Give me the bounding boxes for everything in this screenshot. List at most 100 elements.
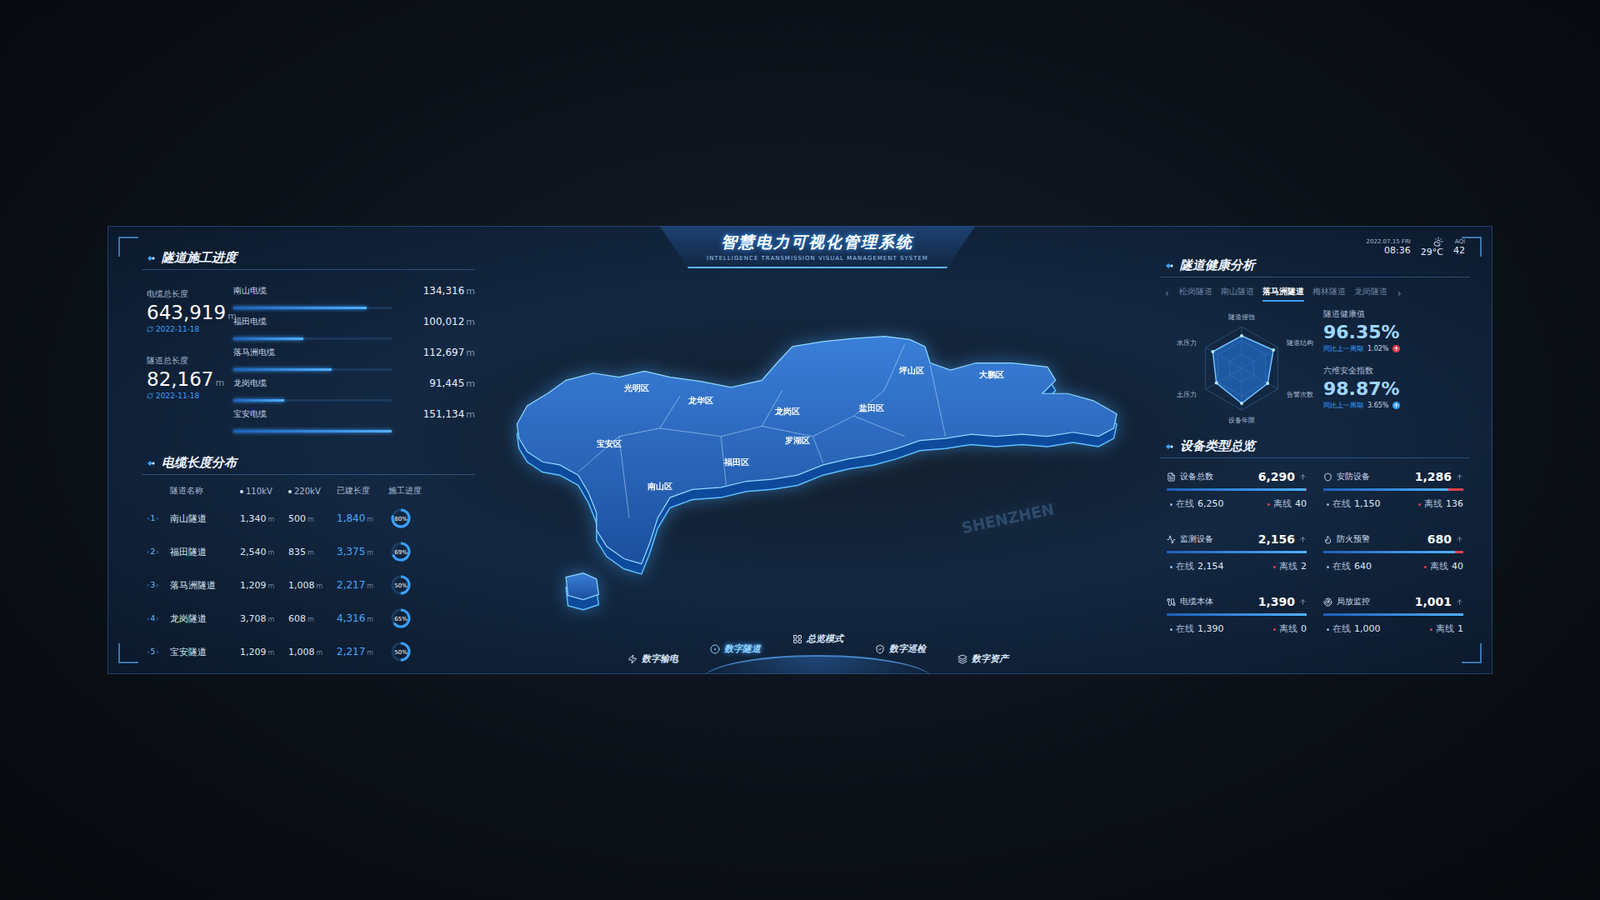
nav-icon xyxy=(627,654,638,665)
total-label: 电缆总长度 xyxy=(146,288,234,300)
tunnel-name: 龙岗隧道 xyxy=(170,612,240,625)
corner-decoration xyxy=(118,236,139,257)
offline-label: 离线 xyxy=(1430,560,1449,572)
nav-item[interactable]: 数字输电 xyxy=(624,650,682,667)
unit: m xyxy=(465,347,475,359)
up-icon xyxy=(1455,598,1464,606)
district-label[interactable]: 光明区 xyxy=(622,383,649,393)
cable-row: 落马洲电缆112,697m xyxy=(233,343,475,375)
cable-value: 134,316m xyxy=(423,285,475,297)
next-button[interactable]: › xyxy=(1395,287,1404,300)
column-header: 施工进度 xyxy=(388,485,429,497)
table-row: 4龙岗隧道3,708m608m4,316m65% xyxy=(141,601,475,635)
diamond-icon xyxy=(145,254,157,263)
offline-count: 离线0 xyxy=(1273,622,1307,635)
online-label: 在线 xyxy=(1175,560,1195,572)
tunnel-tab[interactable]: 南山隧道 xyxy=(1220,284,1255,302)
tunnel-tab[interactable]: 落马洲隧道 xyxy=(1262,284,1305,302)
equipment-card: 安防设备1,286在线1,150离线136 xyxy=(1323,468,1464,531)
stat-value: 98.87% xyxy=(1323,378,1470,400)
equipment-bar-fill xyxy=(1166,488,1306,491)
offline-label: 离线 xyxy=(1273,498,1292,510)
district-label[interactable]: 罗湖区 xyxy=(784,435,810,445)
equipment-foot: 在线1,390 离线0 xyxy=(1166,622,1307,635)
total-label: 隧道总长度 xyxy=(146,355,234,367)
refresh-icon xyxy=(146,392,154,400)
svg-text:65%: 65% xyxy=(394,615,408,623)
progress-ring: 50% xyxy=(388,572,414,598)
weather: 29°C xyxy=(1420,236,1444,258)
cable-name: 宝安电缆 xyxy=(233,408,424,420)
district-label[interactable]: 宝安区 xyxy=(595,439,621,449)
progress-ring: 65% xyxy=(388,605,414,631)
equipment-total: 6,290 xyxy=(1258,470,1295,484)
status-bar: 2022.07.15 FRI08:3629°CAQI42 xyxy=(1160,236,1470,258)
equipment-total: 2,156 xyxy=(1258,532,1295,546)
bottom-nav: 数字输电 数字隧道 总览模式数字巡检数字资产 xyxy=(475,620,1160,674)
corner-decoration xyxy=(1461,643,1482,664)
up-icon xyxy=(1299,535,1307,544)
equipment-foot: 在线1,150离线136 xyxy=(1323,497,1464,510)
total-date: 2022-11-18 xyxy=(146,391,234,400)
tunnel-tab[interactable]: 龙岗隧道 xyxy=(1354,284,1388,302)
district-label[interactable]: 大鹏区 xyxy=(977,370,1004,380)
cable-bar xyxy=(233,337,392,340)
equipment-card: 防火预警680在线640离线40 xyxy=(1323,530,1464,594)
equipment-bar-fill xyxy=(1323,488,1449,491)
offline-count: 离线40 xyxy=(1267,497,1307,510)
nav-item[interactable]: 数字资产 xyxy=(954,650,1012,667)
date: 2022.07.15 FRI xyxy=(1366,238,1411,245)
stat-compare: 同比上一周期3.65% xyxy=(1323,400,1470,410)
nav-item[interactable]: 数字隧道 xyxy=(706,640,765,657)
nav-item[interactable]: 数字巡检 xyxy=(871,640,930,657)
cable-value: 151,134m xyxy=(423,408,475,420)
total-value: 82,167m xyxy=(146,368,234,390)
cell-220kv: 608m xyxy=(288,613,337,625)
total-stat: 隧道总长度82,167m2022-11-18 xyxy=(146,355,234,400)
equipment-head: 防火预警680 xyxy=(1323,530,1464,548)
svg-text:80%: 80% xyxy=(394,515,408,523)
nav-icon xyxy=(710,644,720,655)
tunnel-name: 落马洲隧道 xyxy=(170,579,240,592)
district-label[interactable]: 南山区 xyxy=(645,481,672,491)
cable-bar-fill xyxy=(233,430,392,433)
offline-label: 离线 xyxy=(1435,623,1455,635)
equipment-head: 电缆本体1,390 xyxy=(1166,593,1307,610)
equipment-bar xyxy=(1166,550,1307,554)
equipment-grid: 设备总数6,290在线6,250离线40安防设备1,286在线1,150离线13… xyxy=(1160,458,1470,656)
refresh-icon xyxy=(146,325,154,333)
radar-axis-label: 告警次数 xyxy=(1286,390,1314,399)
progress-ring: 80% xyxy=(388,505,414,531)
table-row: 3落马洲隧道1,209m1,008m2,217m50% xyxy=(141,568,475,602)
table-row: 2福田隧道2,540m835m3,375m69% xyxy=(141,535,475,569)
district-label[interactable]: 龙华区 xyxy=(686,395,713,405)
cable-name: 龙岗电缆 xyxy=(233,377,430,390)
corner-decoration xyxy=(118,643,139,664)
map-island xyxy=(565,573,599,600)
equipment-icon xyxy=(1166,472,1176,482)
district-label[interactable]: 福田区 xyxy=(722,457,749,467)
app-title: 智慧电力可视化管理系统 xyxy=(720,231,914,254)
nav-item[interactable]: 总览模式 xyxy=(789,630,847,647)
svg-text:69%: 69% xyxy=(394,549,408,556)
equipment-bar xyxy=(1323,488,1464,491)
equipment-foot: 在线1,000离线1 xyxy=(1323,622,1464,635)
health-stats: 隧道健康值96.35%同比上一周期1.02%六维安全指数98.87%同比上一周期… xyxy=(1323,301,1470,410)
tunnel-tab[interactable]: 梅林隧道 xyxy=(1312,284,1346,302)
svg-text:50%: 50% xyxy=(394,649,408,656)
cable-name: 南山电缆 xyxy=(233,285,424,297)
district-label[interactable]: 盐田区 xyxy=(858,403,885,413)
district-label[interactable]: 坪山区 xyxy=(898,365,925,375)
district-label[interactable]: 龙岗区 xyxy=(773,406,800,416)
map-land xyxy=(516,336,1117,565)
datetime: 2022.07.15 FRI08:36 xyxy=(1366,238,1411,256)
up-icon xyxy=(1455,473,1464,481)
prev-button[interactable]: ‹ xyxy=(1163,287,1171,300)
cable-row: 龙岗电缆91,445m xyxy=(233,374,475,405)
radar-axis-label: 隧道结构 xyxy=(1286,339,1314,347)
health-stat: 六维安全指数98.87%同比上一周期3.65% xyxy=(1323,365,1470,410)
equipment-card: 监测设备2,156在线2,154离线2 xyxy=(1166,530,1307,594)
tunnel-tab[interactable]: 松岗隧道 xyxy=(1179,284,1213,302)
equipment-total: 1,390 xyxy=(1258,595,1295,609)
online-count: 在线1,390 xyxy=(1170,622,1225,635)
